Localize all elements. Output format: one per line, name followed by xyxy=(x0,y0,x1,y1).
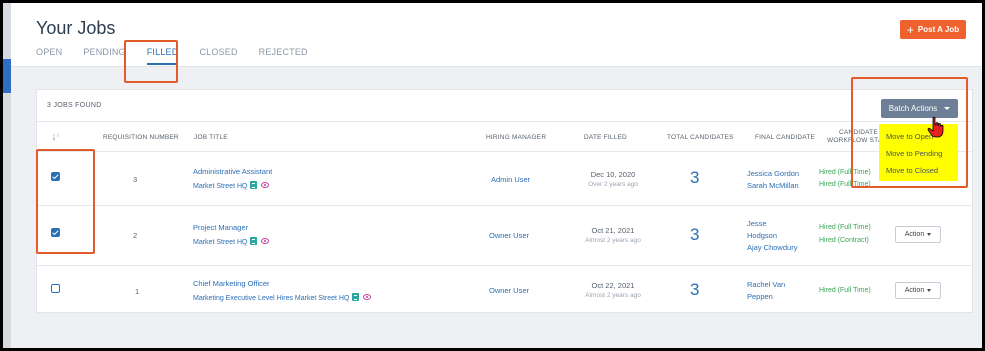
page-header: Your Jobs OPEN PENDING FILLED CLOSED REJ… xyxy=(11,3,982,67)
tab-open[interactable]: OPEN xyxy=(36,47,62,65)
requisition-number: 2 xyxy=(133,231,138,240)
table-row: 3 Administrative Assistant Market Street… xyxy=(37,153,972,206)
date-filled-relative: Almost 2 years ago xyxy=(585,292,641,299)
workflow-status: Hired (Full Time) xyxy=(819,181,871,188)
plus-icon: + xyxy=(906,22,914,37)
document-icon[interactable] xyxy=(250,181,258,189)
hiring-manager-link[interactable]: Admin User xyxy=(491,175,530,184)
header-total-candidates[interactable]: TOTAL CANDIDATES xyxy=(667,134,734,141)
menu-item-move-to-closed[interactable]: Move to Closed xyxy=(886,166,938,175)
date-filled-relative: Over 2 years ago xyxy=(588,181,638,188)
action-label: Action xyxy=(904,231,925,238)
requisition-number: 1 xyxy=(135,287,140,296)
job-location-text: Marketing Executive Level Hires Market S… xyxy=(193,295,350,302)
sort-icon[interactable] xyxy=(53,133,60,141)
header-workflow-line1: CANDIDATE xyxy=(839,129,878,136)
final-candidate-link[interactable]: Sarah McMillan xyxy=(747,181,799,190)
total-candidates[interactable]: 3 xyxy=(690,280,699,300)
date-filled: Dec 10, 2020 xyxy=(590,170,636,179)
post-job-button[interactable]: + Post A Job xyxy=(900,20,966,39)
batch-actions-button[interactable]: Batch Actions xyxy=(881,99,958,118)
card-toolbar: 3 JOBS FOUND Batch Actions xyxy=(37,90,972,122)
workflow-status: Hired (Contract) xyxy=(819,237,869,244)
row-checkbox[interactable] xyxy=(51,172,60,181)
document-icon[interactable] xyxy=(352,293,360,301)
job-location-text: Market Street HQ xyxy=(193,183,248,190)
final-candidate-link[interactable]: Jesse xyxy=(747,219,767,228)
table-row: 2 Project Manager Market Street HQ Owner… xyxy=(37,206,972,266)
table-header: REQUISITION NUMBER JOB TITLE HIRING MANA… xyxy=(37,123,972,152)
header-date-filled[interactable]: DATE FILLED xyxy=(584,134,627,141)
jobs-card: 3 JOBS FOUND Batch Actions REQUISITION N… xyxy=(36,89,973,313)
batch-actions-label: Batch Actions xyxy=(888,104,938,113)
tab-pending[interactable]: PENDING xyxy=(83,47,125,65)
action-dropdown-button[interactable]: Action xyxy=(895,282,941,299)
row-checkbox[interactable] xyxy=(51,228,60,237)
total-candidates[interactable]: 3 xyxy=(690,225,699,245)
job-location: Market Street HQ xyxy=(193,181,270,190)
job-location: Market Street HQ xyxy=(193,237,270,246)
tab-rejected[interactable]: REJECTED xyxy=(259,47,308,65)
job-title-link[interactable]: Administrative Assistant xyxy=(193,167,272,176)
final-candidate-link[interactable]: Jessica Gordon xyxy=(747,169,799,178)
chevron-down-icon xyxy=(927,289,932,292)
left-nav-strip xyxy=(3,3,11,348)
app-frame: Your Jobs OPEN PENDING FILLED CLOSED REJ… xyxy=(3,3,982,348)
hiring-manager-link[interactable]: Owner User xyxy=(489,286,529,295)
final-candidate-link[interactable]: Rachel Van xyxy=(747,280,785,289)
final-candidate-link[interactable]: Hodgson xyxy=(747,231,777,240)
date-filled: Oct 21, 2021 xyxy=(591,226,635,235)
menu-item-move-to-pending[interactable]: Move to Pending xyxy=(886,149,942,158)
date-filled-relative: Almost 2 years ago xyxy=(585,237,641,244)
header-job-title[interactable]: JOB TITLE xyxy=(194,134,228,141)
requisition-number: 3 xyxy=(133,175,138,184)
page-title: Your Jobs xyxy=(36,18,116,38)
hand-pointer-icon xyxy=(927,116,944,138)
action-dropdown-button[interactable]: Action xyxy=(895,226,941,243)
document-icon[interactable] xyxy=(250,237,258,245)
tab-filled[interactable]: FILLED xyxy=(146,47,179,65)
batch-actions-menu: Move to Open Move to Pending Move to Clo… xyxy=(879,124,958,181)
chevron-down-icon xyxy=(944,107,951,110)
action-label: Action xyxy=(904,287,925,294)
workflow-status: Hired (Full Time) xyxy=(819,224,871,231)
tab-closed[interactable]: CLOSED xyxy=(199,47,237,65)
job-title-link[interactable]: Chief Marketing Officer xyxy=(193,279,270,288)
final-candidate-link[interactable]: Peppen xyxy=(747,292,773,301)
chevron-down-icon xyxy=(927,233,932,236)
eye-icon[interactable] xyxy=(261,238,270,244)
table-row: 1 Chief Marketing Officer Marketing Exec… xyxy=(37,266,972,314)
eye-icon[interactable] xyxy=(261,182,270,188)
jobs-found-count: 3 JOBS FOUND xyxy=(47,102,102,109)
total-candidates[interactable]: 3 xyxy=(690,168,699,188)
header-requisition-number[interactable]: REQUISITION NUMBER xyxy=(103,134,179,141)
row-checkbox[interactable] xyxy=(51,284,60,293)
header-final-candidate[interactable]: FINAL CANDIDATE xyxy=(755,134,815,141)
status-tabs: OPEN PENDING FILLED CLOSED REJECTED xyxy=(36,47,329,65)
workflow-status: Hired (Full Time) xyxy=(819,169,871,176)
date-filled: Oct 22, 2021 xyxy=(591,281,635,290)
job-title-link[interactable]: Project Manager xyxy=(193,223,248,232)
job-location-text: Market Street HQ xyxy=(193,239,248,246)
hiring-manager-link[interactable]: Owner User xyxy=(489,231,529,240)
header-hiring-manager[interactable]: HIRING MANAGER xyxy=(486,134,546,141)
job-location: Marketing Executive Level Hires Market S… xyxy=(193,293,372,302)
final-candidate-link[interactable]: Ajay Chowdury xyxy=(747,243,797,252)
nav-active-marker xyxy=(3,59,11,93)
post-job-label: Post A Job xyxy=(917,25,960,34)
workflow-status: Hired (Full Time) xyxy=(819,287,871,294)
eye-icon[interactable] xyxy=(363,294,372,300)
